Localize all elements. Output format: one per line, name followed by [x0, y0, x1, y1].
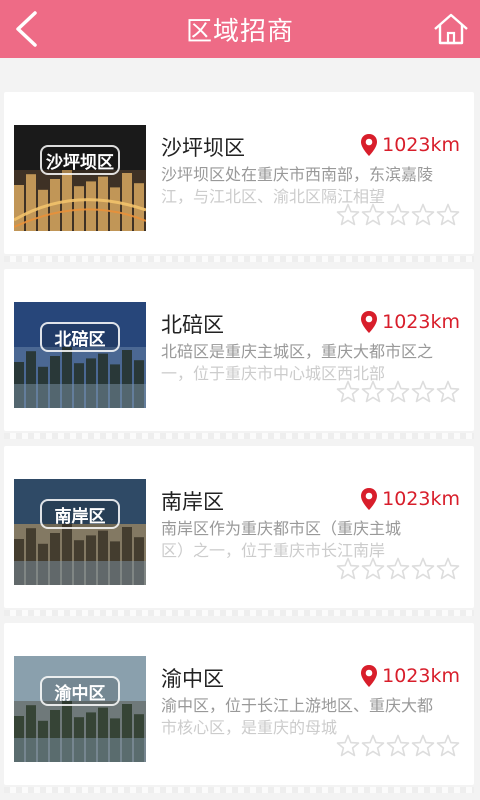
star-icon[interactable] [336, 557, 360, 580]
card-body: 沙坪坝区 沙坪坝区 1023km 沙坪坝区处在重庆市西南部，东滨嘉陵 江，与江北… [4, 92, 474, 254]
description-line-1: 沙坪坝区处在重庆市西南部，东滨嘉陵 [161, 165, 434, 184]
star-icon[interactable] [361, 734, 385, 757]
star-icon[interactable] [386, 557, 410, 580]
star-icon[interactable] [386, 203, 410, 226]
district-description: 北碚区是重庆主城区，重庆大都市区之 一，位于重庆市中心城区西北部 [161, 341, 466, 385]
location-pin-icon [361, 134, 378, 156]
district-card[interactable]: 渝中区 渝中区 1023km 渝中区，位于长江上游地区、重庆大都 市核心区，是重… [0, 619, 480, 797]
city-photo [14, 125, 146, 231]
district-image: 渝中区 [14, 656, 146, 762]
district-card[interactable]: 南岸区 南岸区 1023km 南岸区作为重庆都市区（重庆主城 区）之一，位于重庆… [0, 442, 480, 620]
star-icon[interactable] [336, 734, 360, 757]
app-header: 区域招商 [0, 0, 480, 58]
card-body: 北碚区 北碚区 1023km 北碚区是重庆主城区，重庆大都市区之 一，位于重庆市… [4, 269, 474, 431]
district-image: 沙坪坝区 [14, 125, 146, 231]
card-edge [4, 256, 474, 262]
location-pin-icon [361, 665, 378, 687]
rating-stars [336, 557, 460, 580]
district-card[interactable]: 北碚区 北碚区 1023km 北碚区是重庆主城区，重庆大都市区之 一，位于重庆市… [0, 265, 480, 443]
district-badge: 沙坪坝区 [40, 145, 120, 175]
star-icon[interactable] [411, 380, 435, 403]
distance-value: 1023km [382, 665, 460, 687]
chevron-left-icon [16, 11, 37, 47]
district-name: 南岸区 [161, 490, 224, 514]
location-pin-icon [361, 311, 378, 333]
card-edge [4, 433, 474, 439]
star-icon[interactable] [411, 203, 435, 226]
description-line-1: 渝中区，位于长江上游地区、重庆大都 [161, 696, 434, 715]
star-icon[interactable] [336, 203, 360, 226]
city-photo [14, 656, 146, 762]
district-description: 沙坪坝区处在重庆市西南部，东滨嘉陵 江，与江北区、渝北区隔江相望 [161, 164, 466, 208]
distance-value: 1023km [382, 488, 460, 510]
description-line-1: 南岸区作为重庆都市区（重庆主城 [161, 519, 402, 538]
district-image: 北碚区 [14, 302, 146, 408]
home-button[interactable] [430, 8, 472, 50]
district-card[interactable]: 沙坪坝区 沙坪坝区 1023km 沙坪坝区处在重庆市西南部，东滨嘉陵 江，与江北… [0, 88, 480, 266]
description-line-1: 北碚区是重庆主城区，重庆大都市区之 [161, 342, 434, 361]
star-icon[interactable] [386, 734, 410, 757]
rating-stars [336, 203, 460, 226]
card-body: 南岸区 南岸区 1023km 南岸区作为重庆都市区（重庆主城 区）之一，位于重庆… [4, 446, 474, 608]
district-image: 南岸区 [14, 479, 146, 585]
star-icon[interactable] [361, 557, 385, 580]
card-body: 渝中区 渝中区 1023km 渝中区，位于长江上游地区、重庆大都 市核心区，是重… [4, 623, 474, 785]
star-icon[interactable] [411, 557, 435, 580]
distance-value: 1023km [382, 134, 460, 156]
distance-value: 1023km [382, 311, 460, 333]
city-photo [14, 302, 146, 408]
rating-stars [336, 734, 460, 757]
distance: 1023km [360, 664, 460, 688]
district-badge: 北碚区 [40, 322, 120, 352]
district-badge: 南岸区 [40, 499, 120, 529]
star-icon[interactable] [411, 734, 435, 757]
distance: 1023km [360, 310, 460, 334]
district-description: 南岸区作为重庆都市区（重庆主城 区）之一，位于重庆市长江南岸 [161, 518, 466, 562]
star-icon[interactable] [436, 380, 460, 403]
distance: 1023km [360, 487, 460, 511]
star-icon[interactable] [436, 557, 460, 580]
district-badge: 渝中区 [40, 676, 120, 706]
location-pin-icon [361, 488, 378, 510]
star-icon[interactable] [436, 734, 460, 757]
star-icon[interactable] [436, 203, 460, 226]
rating-stars [336, 380, 460, 403]
star-icon[interactable] [386, 380, 410, 403]
home-icon [434, 13, 468, 45]
page-title: 区域招商 [185, 16, 294, 47]
district-name: 渝中区 [161, 667, 224, 691]
star-icon[interactable] [336, 380, 360, 403]
district-name: 沙坪坝区 [161, 136, 245, 160]
star-icon[interactable] [361, 380, 385, 403]
district-description: 渝中区，位于长江上游地区、重庆大都 市核心区，是重庆的母城 [161, 695, 466, 739]
district-name: 北碚区 [161, 313, 224, 337]
card-edge [4, 787, 474, 793]
star-icon[interactable] [361, 203, 385, 226]
card-edge [4, 610, 474, 616]
back-button[interactable] [6, 7, 46, 51]
distance: 1023km [360, 133, 460, 157]
city-photo [14, 479, 146, 585]
